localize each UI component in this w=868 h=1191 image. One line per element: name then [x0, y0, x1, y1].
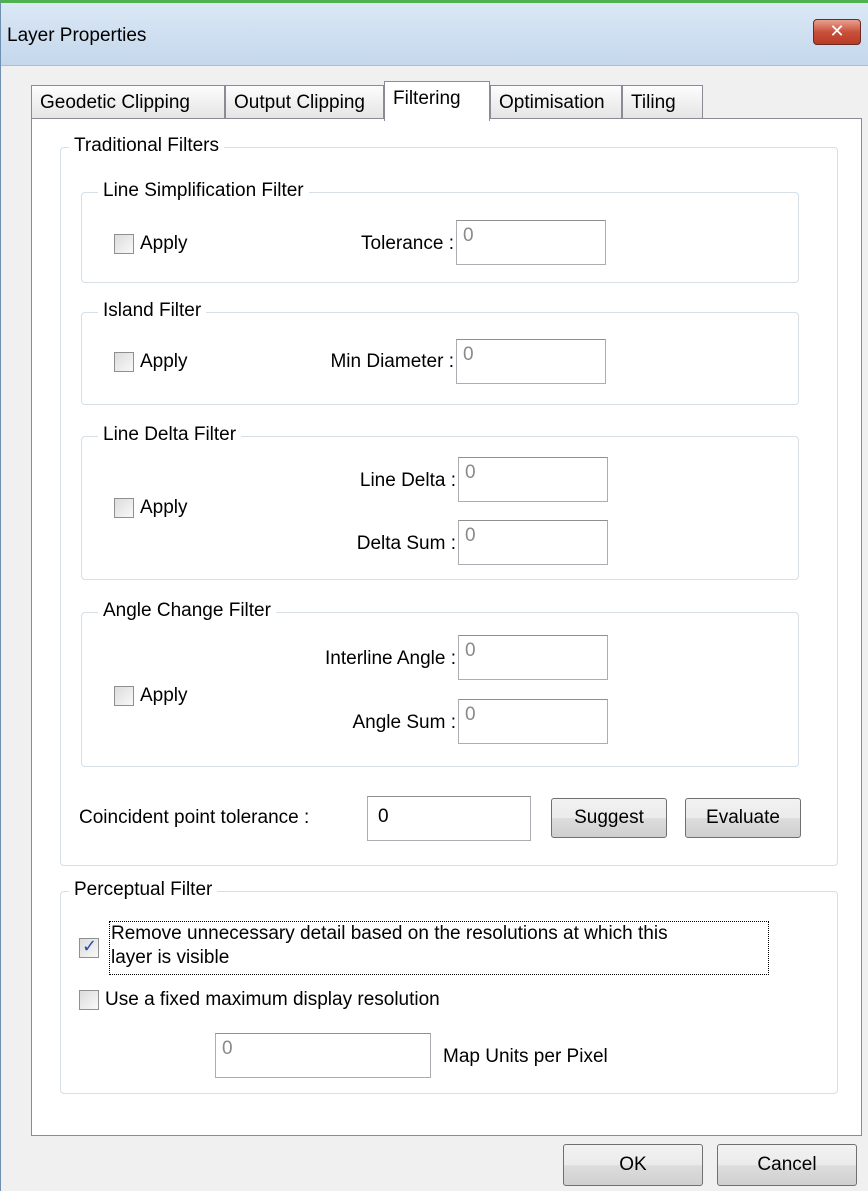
min-diameter-input[interactable]: 0: [456, 339, 606, 384]
checkbox-label: Use a fixed maximum display resolution: [105, 989, 440, 1010]
checkbox-label: Apply: [140, 233, 188, 254]
delta-sum-input[interactable]: 0: [458, 520, 608, 565]
line-delta-apply-checkbox[interactable]: Apply: [114, 497, 188, 519]
line-delta-legend: Line Delta Filter: [98, 423, 242, 447]
island-apply-checkbox[interactable]: Apply: [114, 351, 188, 373]
interline-angle-label: Interline Angle :: [325, 648, 456, 669]
checkbox-label: Apply: [140, 497, 188, 518]
line-delta-label: Line Delta :: [359, 470, 456, 491]
checkbox-box[interactable]: [114, 352, 134, 372]
remove-detail-label-line2: layer is visible: [111, 947, 230, 968]
interline-angle-input[interactable]: 0: [458, 635, 608, 680]
checkbox-box[interactable]: [79, 990, 99, 1010]
close-button[interactable]: ✕: [813, 19, 861, 45]
angle-change-group: Angle Change Filter Apply Interline Angl…: [81, 599, 799, 767]
tolerance-label: Tolerance :: [361, 233, 454, 254]
checkbox-box[interactable]: [114, 234, 134, 254]
checkbox-box[interactable]: [114, 686, 134, 706]
min-diameter-label: Min Diameter :: [330, 351, 454, 372]
coincident-tolerance-label: Coincident point tolerance :: [79, 807, 310, 828]
angle-sum-input[interactable]: 0: [458, 699, 608, 744]
evaluate-button[interactable]: Evaluate: [685, 798, 801, 838]
filtering-panel: Traditional Filters Line Simplification …: [31, 118, 862, 1136]
traditional-filters-group: Traditional Filters Line Simplification …: [60, 134, 838, 866]
remove-detail-label-line1: Remove unnecessary detail based on the r…: [111, 923, 668, 944]
checkbox-label: Apply: [140, 351, 188, 372]
perceptual-filter-group: Perceptual Filter Remove unnecessary det…: [60, 878, 838, 1094]
fixed-resolution-checkbox[interactable]: Use a fixed maximum display resolution: [79, 989, 440, 1011]
tab-tiling[interactable]: Tiling: [622, 85, 703, 119]
checkbox-box[interactable]: [114, 498, 134, 518]
perceptual-filter-legend: Perceptual Filter: [69, 878, 218, 902]
suggest-button[interactable]: Suggest: [551, 798, 667, 838]
map-units-per-pixel-label: Map Units per Pixel: [443, 1046, 608, 1067]
layer-properties-dialog: Layer Properties ✕ Geodetic Clipping Out…: [0, 0, 868, 1191]
angle-change-legend: Angle Change Filter: [98, 599, 276, 623]
coincident-tolerance-input[interactable]: 0: [367, 796, 531, 841]
tab-geodetic-clipping[interactable]: Geodetic Clipping: [31, 85, 225, 119]
line-simplification-apply-checkbox[interactable]: Apply: [114, 233, 188, 255]
remove-detail-checkbox[interactable]: [79, 936, 99, 958]
title-bar[interactable]: Layer Properties ✕: [1, 3, 868, 66]
window-title: Layer Properties: [7, 25, 147, 46]
tolerance-input[interactable]: 0: [456, 220, 606, 265]
island-filter-legend: Island Filter: [98, 299, 207, 323]
close-icon: ✕: [829, 21, 845, 41]
tab-optimisation[interactable]: Optimisation: [490, 85, 622, 119]
tab-filtering[interactable]: Filtering: [384, 81, 490, 121]
checkbox-label: Apply: [140, 685, 188, 706]
tab-output-clipping[interactable]: Output Clipping: [225, 85, 384, 119]
line-delta-input[interactable]: 0: [458, 457, 608, 502]
angle-change-apply-checkbox[interactable]: Apply: [114, 685, 188, 707]
cancel-button[interactable]: Cancel: [717, 1144, 857, 1186]
ok-button[interactable]: OK: [563, 1144, 703, 1186]
line-simplification-legend: Line Simplification Filter: [98, 179, 309, 203]
line-delta-group: Line Delta Filter Apply Line Delta : 0 D…: [81, 423, 799, 580]
line-simplification-group: Line Simplification Filter Apply Toleran…: [81, 179, 799, 283]
angle-sum-label: Angle Sum :: [352, 712, 457, 733]
traditional-filters-legend: Traditional Filters: [69, 134, 225, 158]
resolution-input[interactable]: 0: [215, 1033, 431, 1078]
delta-sum-label: Delta Sum :: [356, 533, 456, 554]
island-filter-group: Island Filter Apply Min Diameter : 0: [81, 299, 799, 405]
